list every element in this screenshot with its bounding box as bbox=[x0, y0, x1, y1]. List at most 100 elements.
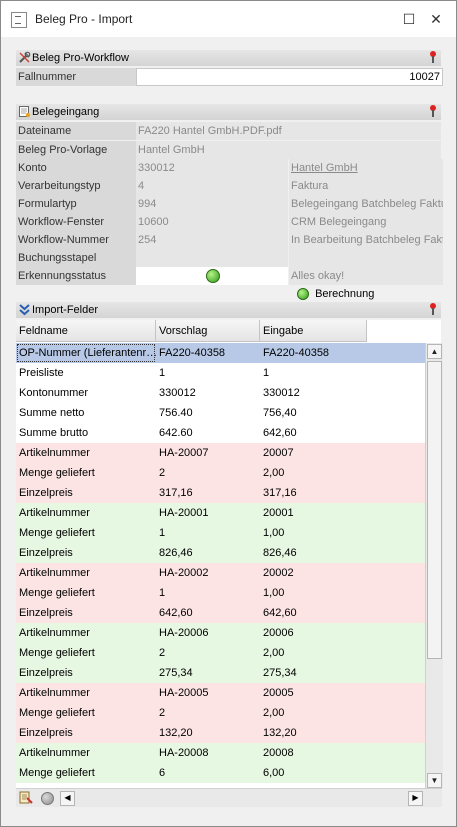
table-row[interactable]: Preisliste 1 1 bbox=[16, 363, 426, 383]
table-row[interactable]: Artikelnummer HA-20002 20002 bbox=[16, 563, 426, 583]
cell-feldname: Einzelpreis bbox=[19, 667, 73, 679]
cell-eingabe[interactable]: 642,60 bbox=[260, 603, 367, 623]
cell-vorschlag: 330012 bbox=[159, 387, 196, 399]
table-row[interactable]: Einzelpreis 826,46 826,46 bbox=[16, 543, 426, 563]
table-row[interactable]: Einzelpreis 132,20 132,20 bbox=[16, 723, 426, 743]
belegeingang-panel-header[interactable]: Belegeingang bbox=[16, 104, 441, 120]
cell-feldname: Artikelnummer bbox=[19, 507, 90, 519]
detail-row: Formulartyp 994 Belegeingang Batchbeleg … bbox=[16, 195, 443, 213]
table-row[interactable]: Menge geliefert 2 2,00 bbox=[16, 463, 426, 483]
column-header-feldname[interactable]: Feldname bbox=[16, 320, 156, 342]
document-icon bbox=[19, 106, 31, 118]
cell-eingabe[interactable]: 2,00 bbox=[260, 463, 367, 483]
table-row[interactable]: OP-Nummer (Lieferantenr… FA220-40358 FA220… bbox=[16, 343, 426, 363]
vertical-scrollbar[interactable]: ▲ ▼ bbox=[425, 343, 443, 789]
cell-eingabe[interactable]: 642,60 bbox=[260, 423, 367, 443]
cell-eingabe[interactable]: 275,34 bbox=[260, 663, 367, 683]
maximize-icon: ☐ bbox=[402, 11, 416, 27]
detail-value-2: CRM Belegeingang bbox=[289, 213, 443, 231]
cell-eingabe[interactable]: 1,00 bbox=[260, 523, 367, 543]
scroll-thumb[interactable] bbox=[427, 361, 442, 659]
cell-vorschlag: 1 bbox=[159, 367, 166, 379]
cell-feldname: Preisliste bbox=[19, 367, 64, 379]
import-panel-header[interactable]: Import-Felder bbox=[16, 302, 441, 318]
workflow-panel-header[interactable]: Beleg Pro-Workflow bbox=[16, 50, 441, 66]
konto-link[interactable]: Hantel GmbH bbox=[289, 159, 443, 177]
cell-eingabe[interactable]: 6,00 bbox=[260, 763, 367, 783]
column-header-vorschlag[interactable]: Vorschlag bbox=[156, 320, 260, 342]
cell-eingabe[interactable]: 20006 bbox=[260, 623, 367, 643]
table-row[interactable]: Artikelnummer HA-20008 20008 bbox=[16, 743, 426, 763]
scroll-right-button[interactable]: ▶ bbox=[408, 791, 423, 806]
table-row[interactable]: Artikelnummer HA-20006 20006 bbox=[16, 623, 426, 643]
cell-feldname: Menge geliefert bbox=[19, 467, 95, 479]
table-row[interactable]: Menge geliefert 1 1,00 bbox=[16, 583, 426, 603]
table-row[interactable]: Artikelnummer HA-20001 20001 bbox=[16, 503, 426, 523]
pin-icon[interactable] bbox=[429, 303, 437, 315]
berechnung-button[interactable]: Berechnung bbox=[297, 286, 374, 302]
cell-vorschlag: HA-20005 bbox=[159, 687, 209, 699]
erkennungsstatus-indicator bbox=[136, 267, 288, 285]
maximize-button[interactable]: ☐ bbox=[399, 10, 419, 28]
scroll-down-button[interactable]: ▼ bbox=[427, 773, 442, 788]
scroll-left-button[interactable]: ◀ bbox=[60, 791, 75, 806]
pin-icon[interactable] bbox=[429, 51, 437, 63]
fallnummer-field[interactable]: 10027 bbox=[136, 68, 443, 86]
table-row[interactable]: Artikelnummer HA-20007 20007 bbox=[16, 443, 426, 463]
table-row[interactable]: Menge geliefert 2 2,00 bbox=[16, 703, 426, 723]
cell-eingabe[interactable]: 1 bbox=[260, 363, 367, 383]
import-grid[interactable]: Feldname Vorschlag Eingabe OP-Nummer (Li… bbox=[16, 320, 441, 788]
cell-feldname: Artikelnummer bbox=[19, 627, 90, 639]
import-window: Beleg Pro - Import ☐ ✕ Beleg Pro-Workflo… bbox=[0, 0, 457, 827]
cell-vorschlag: HA-20002 bbox=[159, 567, 209, 579]
export-icon[interactable] bbox=[19, 790, 33, 804]
close-icon: ✕ bbox=[430, 11, 442, 27]
cell-eingabe[interactable]: 20007 bbox=[260, 443, 367, 463]
double-chevron-down-icon bbox=[19, 304, 30, 316]
table-row[interactable]: Menge geliefert 1 1,00 bbox=[16, 523, 426, 543]
cell-vorschlag: 132,20 bbox=[159, 727, 193, 739]
table-row[interactable]: Artikelnummer HA-20005 20005 bbox=[16, 683, 426, 703]
cell-eingabe[interactable]: 330012 bbox=[260, 383, 367, 403]
cell-feldname: Menge geliefert bbox=[19, 647, 95, 659]
cell-eingabe[interactable]: 20005 bbox=[260, 683, 367, 703]
cell-vorschlag: 756.40 bbox=[159, 407, 193, 419]
cell-vorschlag: 2 bbox=[159, 707, 166, 719]
cell-eingabe[interactable]: 317,16 bbox=[260, 483, 367, 503]
cell-eingabe[interactable]: 132,20 bbox=[260, 723, 367, 743]
detail-value-2 bbox=[289, 249, 443, 267]
berechnung-label: Berechnung bbox=[315, 288, 375, 300]
table-row[interactable]: Menge geliefert 6 6,00 bbox=[16, 763, 426, 783]
cell-eingabe[interactable]: FA220-40358 bbox=[260, 343, 367, 363]
pin-icon[interactable] bbox=[429, 105, 437, 117]
status-icon[interactable] bbox=[41, 792, 54, 805]
cell-feldname: Menge geliefert bbox=[19, 527, 95, 539]
fallnummer-label: Fallnummer bbox=[16, 68, 136, 86]
detail-value: Hantel GmbH bbox=[136, 141, 441, 159]
table-row[interactable]: Einzelpreis 317,16 317,16 bbox=[16, 483, 426, 503]
cell-eingabe[interactable]: 20008 bbox=[260, 743, 367, 763]
table-row[interactable]: Einzelpreis 275,34 275,34 bbox=[16, 663, 426, 683]
column-header-eingabe[interactable]: Eingabe bbox=[260, 320, 367, 342]
cell-eingabe[interactable]: 2,00 bbox=[260, 703, 367, 723]
scroll-up-button[interactable]: ▲ bbox=[427, 344, 442, 359]
table-row[interactable]: Menge geliefert 2 2,00 bbox=[16, 643, 426, 663]
table-row[interactable]: Kontonummer 330012 330012 bbox=[16, 383, 426, 403]
cell-eingabe[interactable]: 756,40 bbox=[260, 403, 367, 423]
detail-row: Verarbeitungstyp 4 Faktura bbox=[16, 177, 443, 195]
cell-vorschlag: HA-20008 bbox=[159, 747, 209, 759]
cell-eingabe[interactable]: 20002 bbox=[260, 563, 367, 583]
close-button[interactable]: ✕ bbox=[426, 10, 446, 28]
cell-vorschlag: 1 bbox=[159, 587, 166, 599]
table-row[interactable]: Einzelpreis 642,60 642,60 bbox=[16, 603, 426, 623]
cell-feldname: OP-Nummer (Lieferantenr… bbox=[16, 343, 156, 363]
table-row[interactable]: Summe netto 756.40 756,40 bbox=[16, 403, 426, 423]
table-row[interactable]: Summe brutto 642.60 642,60 bbox=[16, 423, 426, 443]
cell-vorschlag: HA-20001 bbox=[159, 507, 209, 519]
detail-label: Formulartyp bbox=[16, 195, 136, 213]
cell-eingabe[interactable]: 826,46 bbox=[260, 543, 367, 563]
cell-eingabe[interactable]: 20001 bbox=[260, 503, 367, 523]
cell-eingabe[interactable]: 2,00 bbox=[260, 643, 367, 663]
cell-eingabe[interactable]: 1,00 bbox=[260, 583, 367, 603]
detail-value-2: Faktura bbox=[289, 177, 443, 195]
